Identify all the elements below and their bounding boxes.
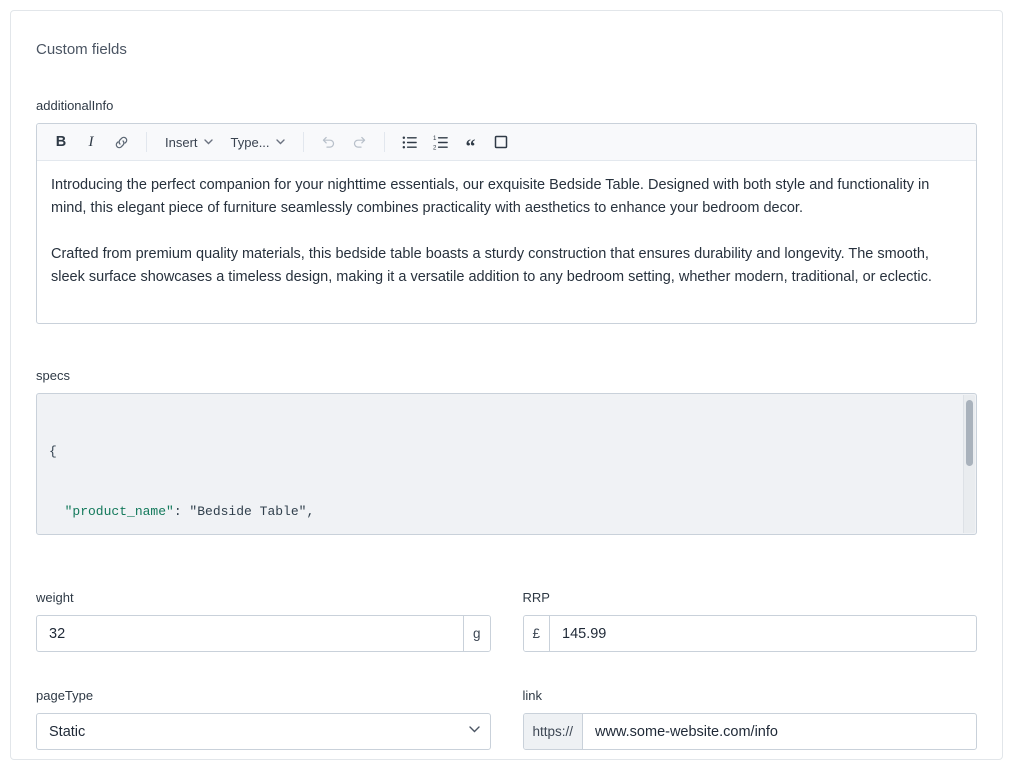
rrp-input[interactable] [550, 616, 976, 651]
numbered-list-icon: 1 2 [432, 134, 449, 151]
code-line: "product_name": "Bedside Table", [49, 502, 950, 522]
weight-unit-suffix: g [463, 616, 490, 651]
link-input[interactable] [583, 714, 976, 749]
undo-button[interactable] [314, 128, 343, 156]
undo-icon [320, 134, 337, 151]
field-link: link https:// [523, 688, 978, 750]
rrp-currency-prefix: £ [524, 616, 551, 651]
square-outline-icon [494, 135, 508, 149]
weight-control: g [36, 615, 491, 652]
blockquote-icon: “ [466, 142, 476, 152]
field-additional-info: additionalInfo B I Insert Type... [36, 98, 977, 324]
page-type-select-wrap: Static [36, 713, 491, 750]
link-button[interactable] [107, 128, 136, 156]
chevron-down-icon [204, 139, 213, 145]
field-row-weight-rrp: weight g RRP £ [36, 590, 977, 652]
bold-button[interactable]: B [47, 128, 75, 156]
block-object-button[interactable] [487, 128, 515, 156]
numbered-list-button[interactable]: 1 2 [426, 128, 455, 156]
toolbar-divider [384, 132, 385, 152]
rte-content[interactable]: Introducing the perfect companion for yo… [37, 161, 976, 323]
field-page-type: pageType Static [36, 688, 491, 750]
weight-label: weight [36, 590, 491, 605]
field-weight: weight g [36, 590, 491, 652]
type-menu-button[interactable]: Type... [223, 128, 293, 156]
field-specs: specs { "product_name": "Bedside Table",… [36, 368, 977, 535]
svg-text:2: 2 [432, 144, 436, 151]
specs-label: specs [36, 368, 977, 383]
scrollbar-track[interactable] [963, 395, 975, 533]
rrp-label: RRP [523, 590, 978, 605]
redo-icon [351, 134, 368, 151]
redo-button[interactable] [345, 128, 374, 156]
rich-text-paragraph: Crafted from premium quality materials, … [51, 243, 962, 289]
insert-menu-label: Insert [165, 135, 198, 150]
bulleted-list-button[interactable] [395, 128, 424, 156]
italic-button[interactable]: I [77, 128, 105, 156]
custom-fields-panel: Custom fields additionalInfo B I Insert [10, 10, 1003, 760]
link-control: https:// [523, 713, 978, 750]
additional-info-label: additionalInfo [36, 98, 977, 113]
rich-text-editor: B I Insert Type... [36, 123, 977, 324]
page-type-label: pageType [36, 688, 491, 703]
rich-text-paragraph: Introducing the perfect companion for yo… [51, 174, 962, 220]
field-row-pagetype-link: pageType Static link https:// [36, 688, 977, 750]
insert-menu-button[interactable]: Insert [157, 128, 221, 156]
code-line: { [49, 442, 950, 462]
toolbar-divider [146, 132, 147, 152]
rte-toolbar: B I Insert Type... [37, 124, 976, 161]
chevron-down-icon [276, 139, 285, 145]
rrp-control: £ [523, 615, 978, 652]
svg-text:1: 1 [432, 134, 436, 141]
blockquote-button[interactable]: “ [457, 128, 485, 156]
scrollbar-thumb[interactable] [966, 400, 973, 466]
panel-title: Custom fields [36, 41, 977, 58]
page-type-select[interactable]: Static [36, 713, 491, 750]
link-label: link [523, 688, 978, 703]
code-content: { "product_name": "Bedside Table", "mate… [37, 394, 976, 535]
type-menu-label: Type... [231, 135, 270, 150]
link-icon [113, 134, 130, 151]
field-rrp: RRP £ [523, 590, 978, 652]
code-editor[interactable]: { "product_name": "Bedside Table", "mate… [36, 393, 977, 535]
link-protocol-prefix: https:// [524, 714, 584, 749]
toolbar-divider [303, 132, 304, 152]
bulleted-list-icon [401, 134, 418, 151]
weight-input[interactable] [37, 616, 463, 651]
